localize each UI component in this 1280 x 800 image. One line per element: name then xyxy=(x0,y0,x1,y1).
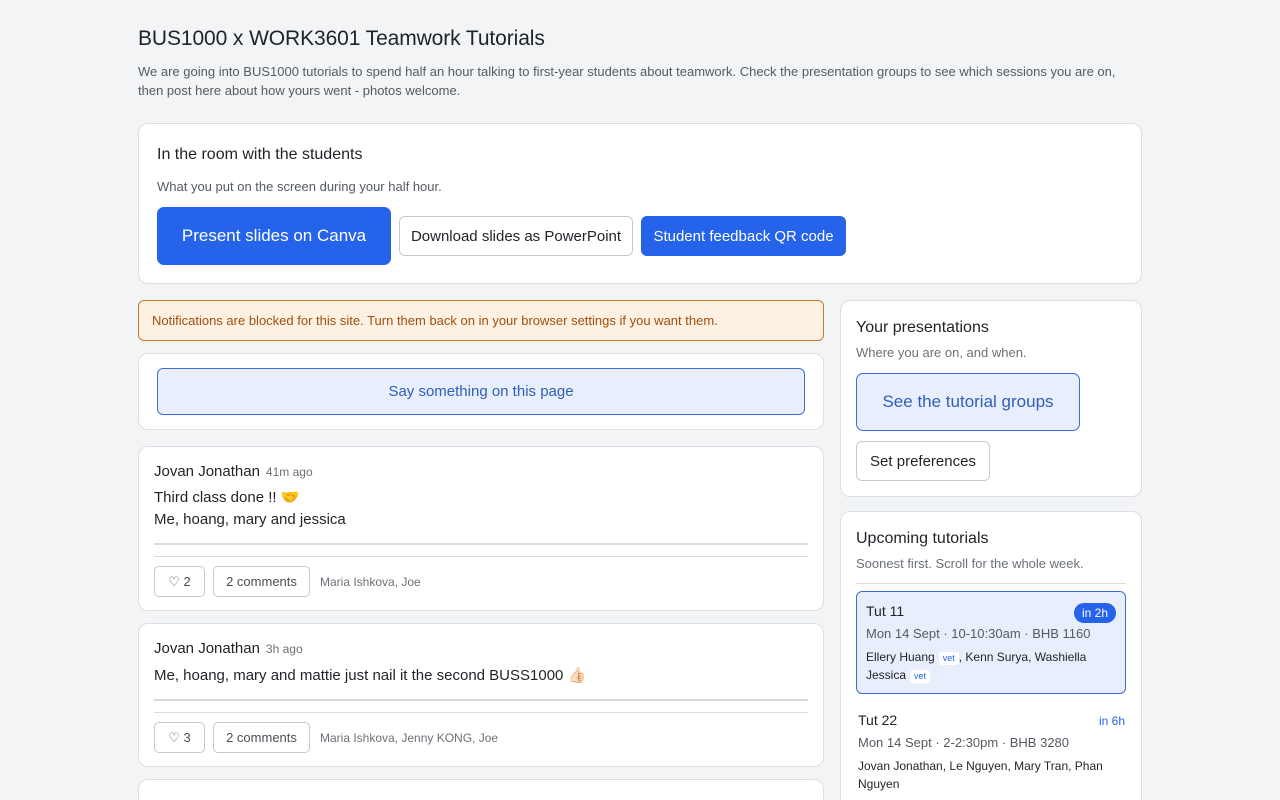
post-divider xyxy=(154,556,808,557)
time-until-badge: in 6h xyxy=(1098,714,1125,728)
tutorial-name: Tut 22 xyxy=(858,712,898,728)
comments-button[interactable]: 2 comments xyxy=(213,566,310,597)
post-line: Third class done !! 🤝 xyxy=(154,489,300,506)
post-likers: Maria Ishkova, Jenny KONG, Joe xyxy=(320,731,499,745)
post-divider xyxy=(154,543,808,545)
download-powerpoint-button[interactable]: Download slides as PowerPoint xyxy=(399,216,633,256)
room-title: In the room with the students xyxy=(157,146,363,163)
room-card: In the room with the students What you p… xyxy=(138,123,1142,284)
tutorial-when: Mon 14 Sept · 2-2:30pm · BHB 3280 xyxy=(858,735,1070,750)
presentations-card: Your presentations Where you are on, and… xyxy=(840,300,1142,497)
page-intro: We are going into BUS1000 tutorials to s… xyxy=(138,64,1116,98)
post-author-name: Jovan Jonathan xyxy=(154,640,260,657)
upcoming-subtitle: Soonest first. Scroll for the whole week… xyxy=(856,556,1084,571)
tutorial-item[interactable]: Tut 11 in 2h Mon 14 Sept · 10-10:30am · … xyxy=(856,591,1126,694)
say-something-button[interactable]: Say something on this page xyxy=(157,368,805,415)
tutorial-people: Jovan Jonathan, Le Nguyen, Mary Tran, Ph… xyxy=(858,759,1103,791)
presentations-subtitle: Where you are on, and when. xyxy=(856,345,1027,360)
post xyxy=(138,779,824,800)
upcoming-title: Upcoming tutorials xyxy=(856,530,989,547)
post-divider xyxy=(154,712,808,713)
composer-card: Say something on this page xyxy=(138,353,824,430)
post-divider xyxy=(154,699,808,701)
post-author-name: Jovan Jonathan xyxy=(154,463,260,480)
upcoming-divider xyxy=(856,583,1126,584)
post-author: Jovan Jonathan 3h ago xyxy=(154,640,303,657)
feedback-qr-button[interactable]: Student feedback QR code xyxy=(641,216,846,256)
tutorial-people: Ellery Huang vet, Kenn Surya, Washiella Je… xyxy=(866,648,1116,684)
post-line: Me, hoang, mary and mattie just nail it … xyxy=(154,667,587,684)
comments-button[interactable]: 2 comments xyxy=(213,722,310,753)
present-canva-button[interactable]: Present slides on Canva xyxy=(157,207,391,265)
vet-badge: vet xyxy=(910,670,931,683)
person-names: , Kenn Surya, Washiella xyxy=(958,650,1087,664)
tutorial-groups-button[interactable]: See the tutorial groups xyxy=(856,373,1080,431)
tutorial-when: Mon 14 Sept · 10-10:30am · BHB 1160 xyxy=(866,626,1091,641)
post-line: Me, hoang, mary and jessica xyxy=(154,511,346,528)
notifications-blocked-notice: Notifications are blocked for this site.… xyxy=(138,300,824,341)
room-subtitle: What you put on the screen during your h… xyxy=(157,179,442,194)
post-likers: Maria Ishkova, Joe xyxy=(320,575,421,589)
presentations-title: Your presentations xyxy=(856,319,989,336)
page-title: BUS1000 x WORK3601 Teamwork Tutorials xyxy=(138,27,545,50)
like-button[interactable]: ♡ 3 xyxy=(154,722,205,753)
set-preferences-button[interactable]: Set preferences xyxy=(856,441,990,481)
tutorial-item[interactable]: Tut 22 in 6h Mon 14 Sept · 2-2:30pm · BH… xyxy=(856,701,1126,800)
post: Jovan Jonathan 41m ago Third class done !… xyxy=(138,446,824,611)
person-name: Jessica xyxy=(866,668,907,682)
post-body: Third class done !! 🤝 Me, hoang, mary an… xyxy=(154,487,346,531)
upcoming-tutorials-card: Upcoming tutorials Soonest first. Scroll… xyxy=(840,511,1142,800)
post-author: Jovan Jonathan 41m ago xyxy=(154,463,313,480)
post-time: 3h ago xyxy=(265,642,303,656)
like-button[interactable]: ♡ 2 xyxy=(154,566,205,597)
person-name: Ellery Huang xyxy=(866,650,935,664)
post: Jovan Jonathan 3h ago Me, hoang, mary and… xyxy=(138,623,824,767)
time-until-badge: in 2h xyxy=(1073,603,1116,623)
vet-badge: vet xyxy=(938,652,959,665)
post-body: Me, hoang, mary and mattie just nail it … xyxy=(154,665,586,687)
tutorial-name: Tut 11 xyxy=(866,603,905,619)
post-time: 41m ago xyxy=(265,465,313,479)
